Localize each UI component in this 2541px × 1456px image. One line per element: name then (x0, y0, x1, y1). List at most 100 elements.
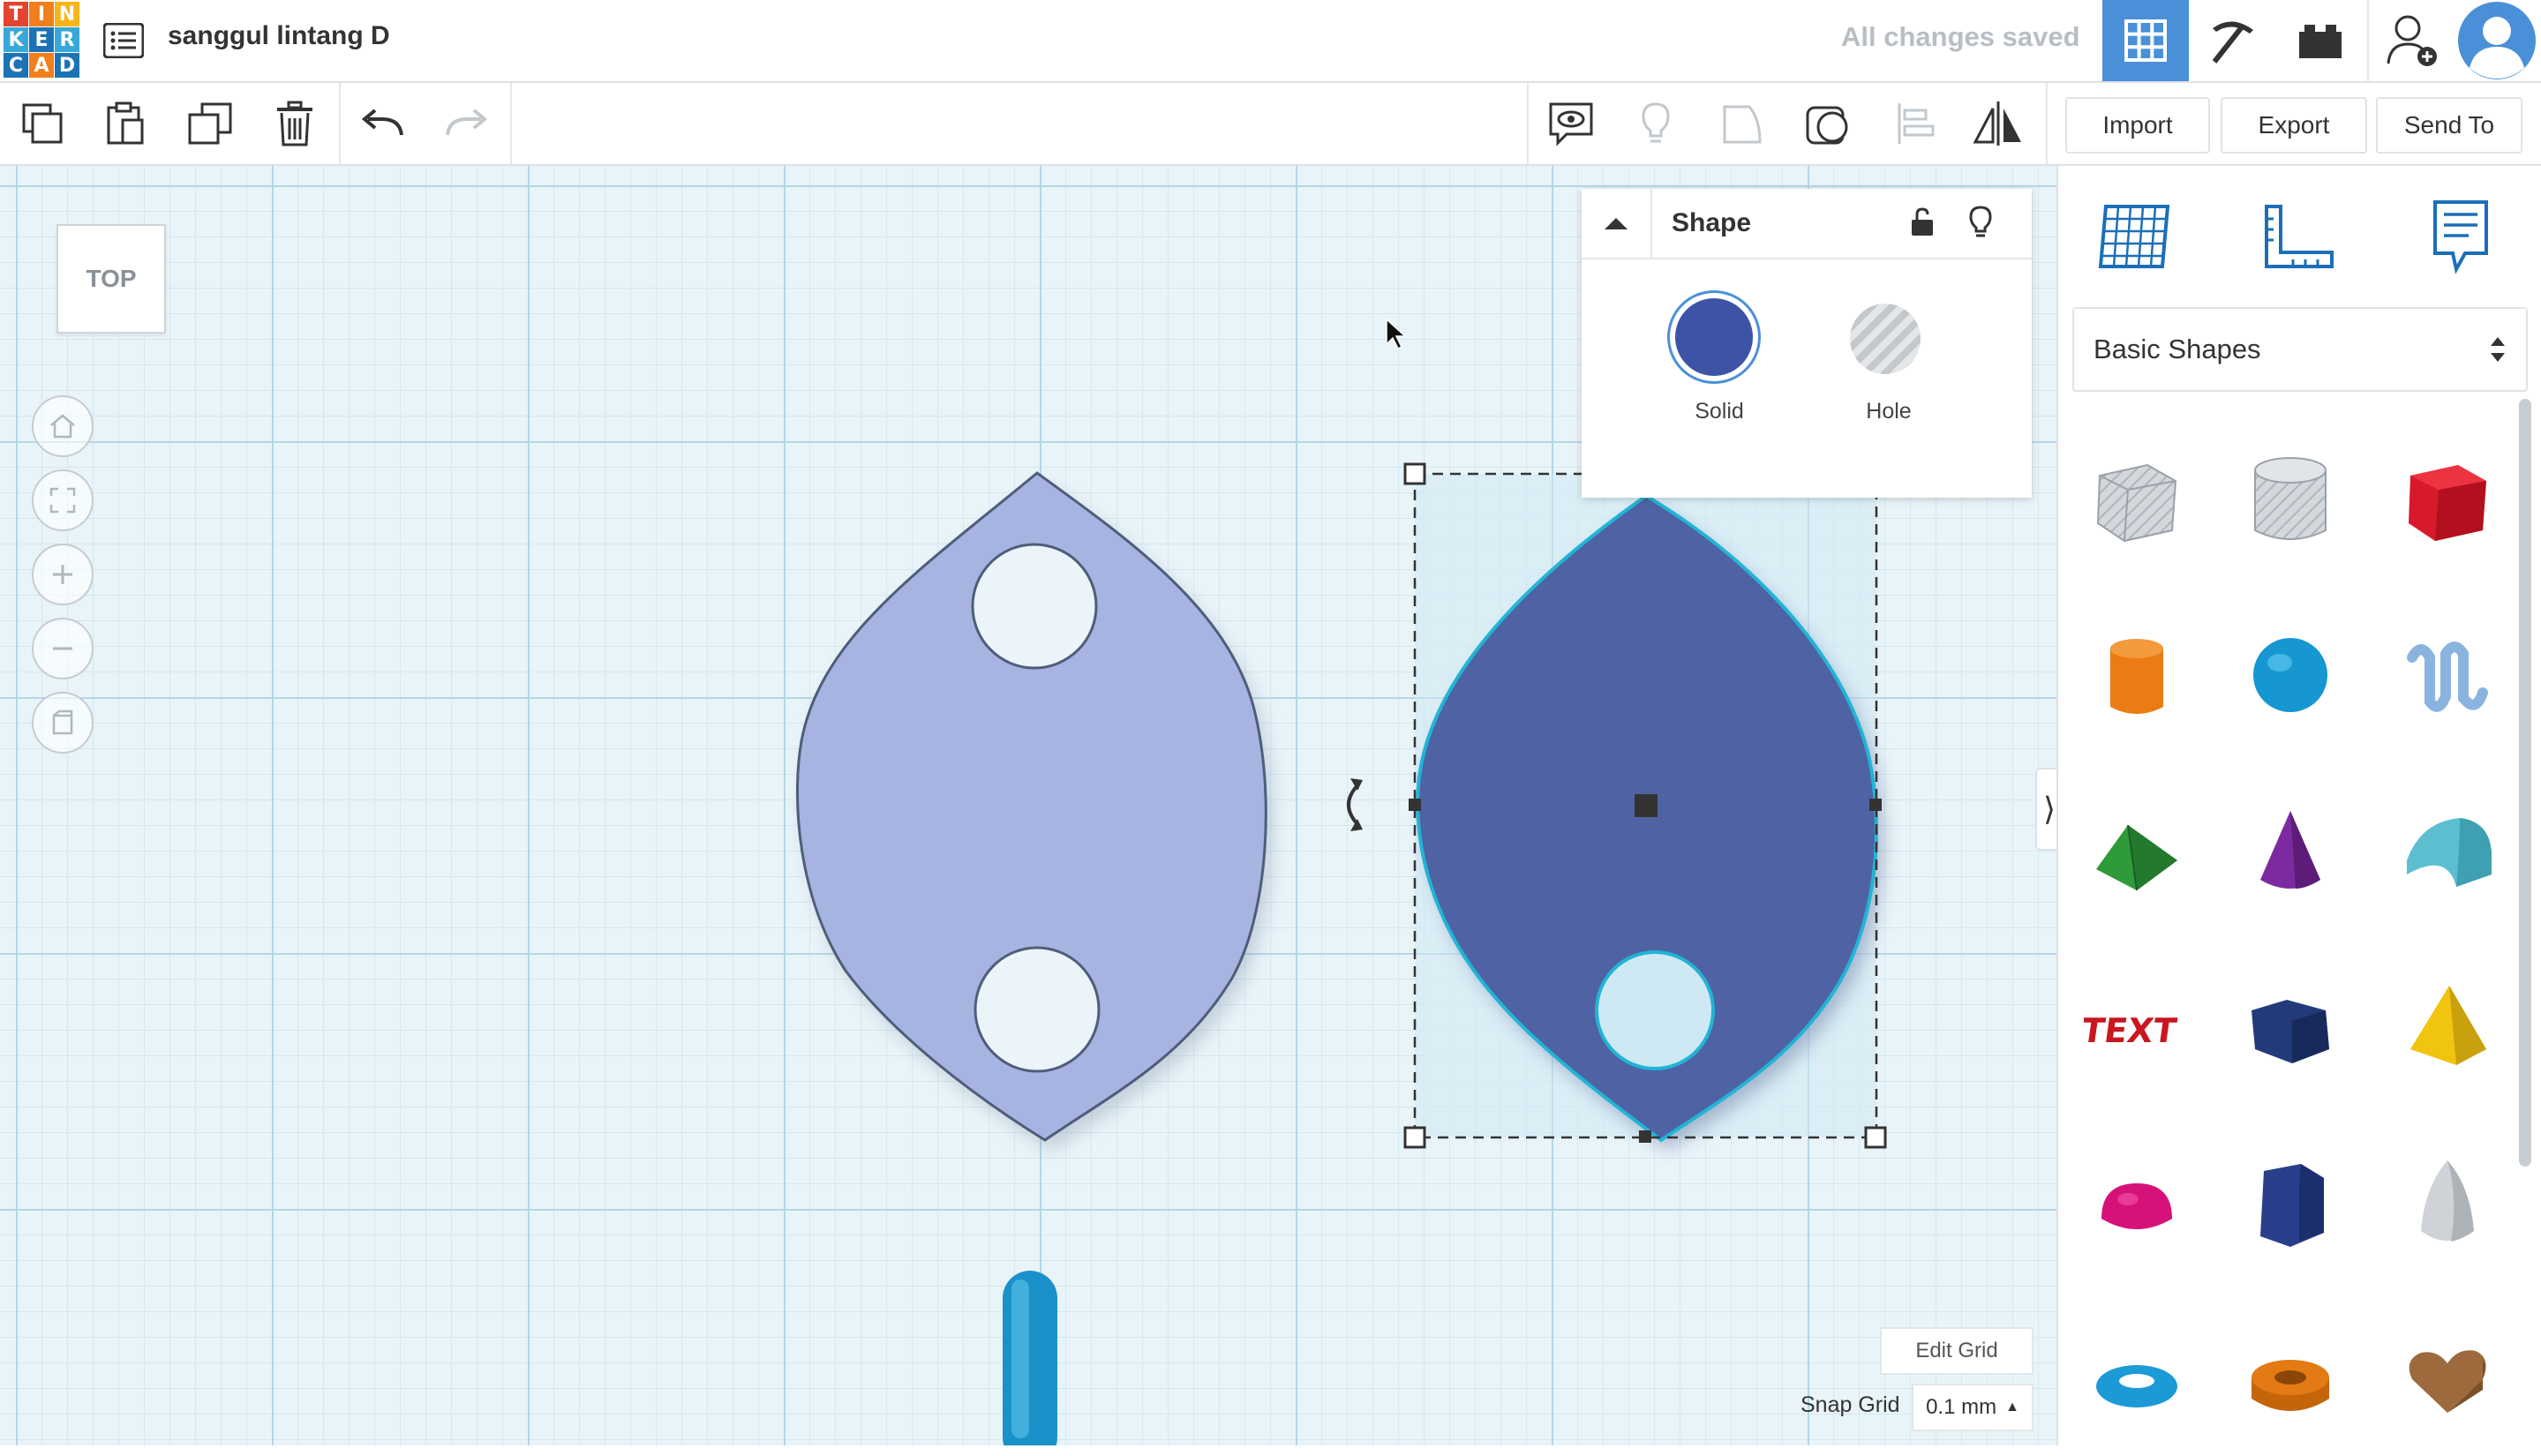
align-button[interactable] (1875, 83, 1956, 164)
ruler-tool-button[interactable] (2254, 192, 2342, 281)
toolbar-divider (1527, 83, 1529, 164)
unlock-icon (1912, 207, 1933, 236)
logo-letter: C (4, 53, 28, 78)
shape-panel-title: Shape (1672, 208, 1752, 237)
shape-half-sphere[interactable] (2075, 1130, 2199, 1280)
comment-eye-icon (1549, 102, 1593, 146)
shape-hexagonal-prism[interactable] (2229, 1130, 2352, 1280)
snap-grid-value: 0.1 mm (1926, 1395, 1997, 1419)
blocks-view-button[interactable] (2189, 0, 2275, 81)
caret-up-icon (1605, 218, 1628, 229)
shape-paraboloid[interactable] (2386, 1130, 2509, 1280)
mirror-button[interactable] (1958, 83, 2039, 164)
shape-roof[interactable] (2075, 777, 2199, 927)
shape-cylinder-hole[interactable] (2229, 424, 2352, 574)
perspective-toggle-button[interactable] (32, 692, 94, 754)
hole-label: Hole (1866, 399, 1912, 424)
avatar (2458, 2, 2536, 79)
copy-icon (22, 103, 63, 144)
solid-option[interactable]: Solid (1649, 298, 1790, 439)
design-list-icon[interactable] (99, 16, 148, 65)
user-avatar-button[interactable] (2454, 0, 2540, 81)
toolbar-divider (510, 83, 512, 164)
shape-polygon[interactable] (2229, 953, 2352, 1103)
logo-letter: K (4, 27, 28, 52)
undo-button[interactable] (342, 83, 424, 164)
shape-sphere[interactable] (2229, 600, 2352, 750)
shape-text[interactable]: TEXT (2075, 953, 2199, 1103)
svg-text:TEXT: TEXT (2084, 1012, 2179, 1051)
toolbar-divider (339, 83, 341, 164)
shape-pyramid[interactable] (2386, 953, 2509, 1103)
duplicate-button[interactable] (169, 83, 251, 164)
logo-letter: E (29, 27, 54, 52)
fit-view-button[interactable] (32, 469, 94, 531)
workplane[interactable]: TOP Shape Solid Hole Edit Grid Snap Grid… (0, 166, 2056, 1445)
plus-icon (53, 565, 72, 584)
ungroup-button[interactable] (1788, 83, 1869, 164)
show-all-button[interactable] (1615, 83, 1696, 164)
shape-torus[interactable] (2075, 1306, 2199, 1456)
solid-label: Solid (1695, 399, 1744, 424)
notes-visibility-button[interactable] (1530, 83, 1612, 164)
project-title[interactable]: sanggul lintang D (168, 21, 390, 51)
send-to-button[interactable]: Send To (2376, 97, 2522, 154)
perspective-icon (52, 709, 73, 735)
shape-heart[interactable] (2386, 1306, 2509, 1456)
import-button[interactable]: Import (2065, 97, 2210, 154)
logo-letter: T (4, 2, 28, 26)
snap-grid-label: Snap Grid (1801, 1392, 1900, 1417)
logo-letter: N (55, 2, 79, 26)
redo-button[interactable] (425, 83, 507, 164)
save-status: All changes saved (1841, 21, 2080, 52)
shape-panel-header: Shape (1582, 189, 2032, 259)
paste-button[interactable] (85, 83, 166, 164)
shape-inspector-panel: Shape Solid Hole (1582, 189, 2032, 498)
undo-icon (361, 109, 403, 136)
solid-color-swatch[interactable] (1675, 298, 1753, 376)
add-user-icon (2387, 15, 2437, 66)
home-view-button[interactable] (32, 395, 94, 457)
shapes-scrollbar[interactable] (2519, 399, 2531, 1167)
hole-swatch[interactable] (1850, 304, 1921, 374)
shape-cylinder[interactable] (2075, 600, 2199, 750)
shape-box[interactable] (2386, 424, 2509, 574)
workplane-tool-button[interactable] (2090, 192, 2178, 281)
redo-icon (446, 109, 488, 136)
shape-tube[interactable] (2229, 1306, 2352, 1456)
delete-button[interactable] (254, 83, 335, 164)
edit-grid-button[interactable]: Edit Grid (1880, 1327, 2034, 1375)
lightbulb-icon (1642, 102, 1670, 143)
invite-user-button[interactable] (2367, 0, 2455, 81)
visibility-button[interactable] (1963, 203, 1998, 242)
snap-grid-select[interactable]: 0.1 mm ▲ (1912, 1384, 2034, 1431)
top-header: TIN KER CAD sanggul lintang D All changes … (0, 0, 2541, 83)
bricks-view-button[interactable] (2277, 0, 2364, 81)
group-button[interactable] (1702, 83, 1783, 164)
chevron-right-icon: ⟩ (2042, 791, 2056, 827)
workplane-icon (2098, 205, 2170, 268)
align-icon (1898, 103, 1935, 144)
brick-icon (2299, 25, 2342, 58)
shape-box-hole[interactable] (2075, 424, 2199, 574)
lock-button[interactable] (1905, 205, 1940, 240)
notes-tool-button[interactable] (2417, 192, 2505, 281)
3d-design-view-button[interactable] (2102, 0, 2189, 81)
zoom-out-button[interactable] (32, 618, 94, 679)
zoom-in-button[interactable] (32, 544, 94, 605)
copy-button[interactable] (2, 83, 83, 164)
collapse-panel-button[interactable] (1582, 189, 1652, 258)
shape-round-roof[interactable] (2386, 777, 2509, 927)
tinkercad-logo[interactable]: TIN KER CAD (4, 2, 79, 78)
view-cube[interactable]: TOP (56, 224, 166, 334)
hole-option[interactable]: Hole (1818, 298, 1959, 439)
shape-cone[interactable] (2229, 777, 2352, 927)
logo-letter: R (55, 27, 79, 52)
shapes-panel: Basic Shapes TEXT (2056, 166, 2541, 1445)
pickaxe-icon (2212, 21, 2253, 64)
logo-letter: D (55, 53, 79, 78)
shape-scribble[interactable] (2386, 600, 2509, 750)
grid-icon (2124, 19, 2167, 62)
export-button[interactable]: Export (2221, 97, 2367, 154)
shape-category-select[interactable]: Basic Shapes (2072, 307, 2528, 392)
